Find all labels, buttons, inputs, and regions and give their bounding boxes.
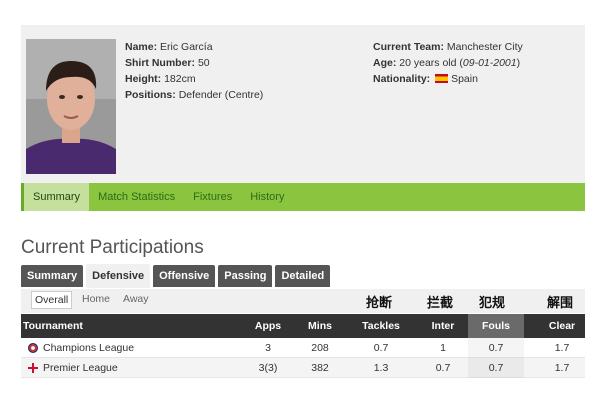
champions-league-icon [28, 343, 38, 353]
header-apps[interactable]: Apps [248, 314, 288, 338]
apps-cell: 3 [265, 342, 271, 354]
nav-history[interactable]: History [241, 183, 293, 211]
clear-cell: 1.7 [554, 342, 570, 354]
nav-fixtures[interactable]: Fixtures [184, 183, 241, 211]
annotation-clearances: 解围 [547, 295, 574, 310]
tab-offensive[interactable]: Offensive [153, 265, 216, 287]
tournament-cell: Premier League [21, 358, 221, 378]
header-inter[interactable]: Inter [426, 314, 460, 338]
clear-cell: 1.7 [554, 362, 570, 374]
filter-home[interactable]: Home [82, 293, 110, 305]
nationality-row: Nationality: Spain [373, 73, 478, 85]
nav-summary[interactable]: Summary [21, 183, 90, 211]
player-nav-bar: Summary Match Statistics Fixtures Histor… [21, 183, 585, 211]
filter-overall[interactable]: Overall [31, 291, 73, 309]
header-tackles[interactable]: Tackles [356, 314, 406, 338]
player-photo [26, 39, 116, 174]
positions-value: Defender (Centre) [178, 89, 264, 101]
header-clear[interactable]: Clear [544, 314, 580, 338]
tournament-link[interactable]: Champions League [43, 338, 134, 358]
nationality-value: Spain [451, 73, 478, 85]
participations-table: Tournament Apps Mins Tackles Inter Fouls… [21, 314, 585, 378]
spain-flag-icon [435, 74, 449, 83]
tackles-cell: 0.7 [373, 342, 389, 354]
table-header: Tournament Apps Mins Tackles Inter Fouls… [21, 314, 585, 338]
stats-tabs: Summary Defensive Offensive Passing Deta… [21, 264, 331, 288]
player-name: Eric García [160, 41, 213, 53]
header-tournament[interactable]: Tournament [23, 314, 143, 338]
section-title: Current Participations [21, 237, 204, 258]
annotation-fouls: 犯规 [479, 295, 506, 310]
player-info-right: Current Team: Manchester City Age: 20 ye… [373, 39, 523, 87]
height-value: 182cm [164, 73, 196, 85]
shirt-number: 50 [197, 57, 210, 69]
annotation-tackles: 抢断 [366, 295, 393, 310]
age-row: Age: 20 years old (09-01-2001) [373, 57, 521, 69]
fouls-cell: 0.7 [468, 358, 524, 378]
table-row: Champions League 3 208 0.7 1 0.7 1.7 [21, 338, 585, 358]
height-row: Height: 182cm [125, 73, 196, 85]
annotation-interceptions: 拦截 [427, 295, 454, 310]
current-team-row: Current Team: Manchester City [373, 41, 523, 53]
fouls-cell: 0.7 [468, 338, 524, 358]
tackles-cell: 1.3 [373, 362, 389, 374]
tournament-cell: Champions League [21, 338, 221, 358]
tab-detailed[interactable]: Detailed [275, 265, 331, 287]
birth-date: 09-01-2001 [462, 57, 517, 69]
inter-cell: 0.7 [435, 362, 451, 374]
player-info-left: Name: Eric García Shirt Number: 50 Heigh… [125, 39, 263, 103]
age-value: 20 years old ( [399, 57, 463, 69]
mins-cell: 382 [311, 362, 329, 374]
mins-cell: 208 [311, 342, 329, 354]
player-header-card: Name: Eric García Shirt Number: 50 Heigh… [21, 25, 585, 183]
apps-cell: 3(3) [258, 362, 278, 374]
tab-summary[interactable]: Summary [21, 265, 84, 287]
filter-away[interactable]: Away [123, 293, 149, 305]
header-fouls[interactable]: Fouls [468, 314, 524, 338]
current-team-link[interactable]: Manchester City [447, 41, 523, 53]
shirt-number-row: Shirt Number: 50 [125, 57, 210, 69]
tournament-link[interactable]: Premier League [43, 358, 118, 378]
tab-defensive[interactable]: Defensive [86, 264, 151, 288]
player-name-row: Name: Eric García [125, 41, 213, 53]
positions-row: Positions: Defender (Centre) [125, 89, 264, 101]
table-row: Premier League 3(3) 382 1.3 0.7 0.7 1.7 [21, 358, 585, 378]
inter-cell: 1 [440, 342, 446, 354]
premier-league-icon [28, 363, 38, 373]
tab-passing[interactable]: Passing [218, 265, 273, 287]
nav-match-statistics[interactable]: Match Statistics [89, 183, 184, 211]
header-mins[interactable]: Mins [302, 314, 338, 338]
